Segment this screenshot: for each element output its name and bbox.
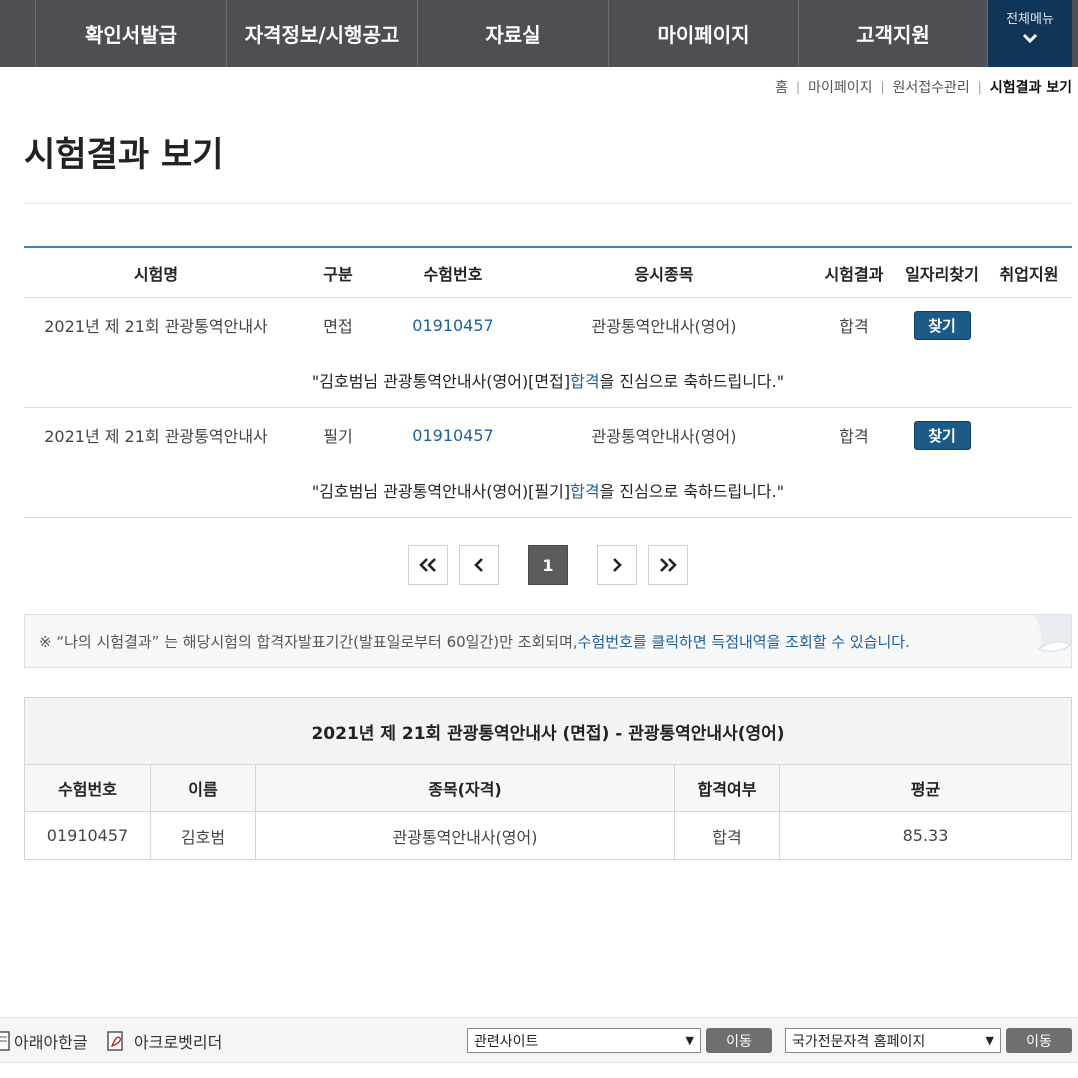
score-table: 2021년 제 21회 관광통역안내사 (면접) - 관광통역안내사(영어) 수… (24, 697, 1072, 860)
exam-type: 필기 (323, 427, 353, 446)
congratulation-message: "김호범님 관광통역안내사(영어)[면접] 합격 을 진심으로 축하드립니다." (24, 352, 1072, 408)
breadcrumb-separator: | (796, 80, 801, 94)
top-navigation: 확인서발급 자격정보/시행공고 자료실 마이페이지 고객지원 전체메뉴 (0, 0, 1078, 67)
score-header-subject: 종목(자격) (256, 765, 675, 811)
breadcrumb-separator: | (880, 80, 885, 94)
employment-support (986, 298, 1072, 352)
score-subject: 관광통역안내사(영어) (256, 812, 675, 859)
hangul-viewer-label: 아래아한글 (14, 1033, 88, 1052)
exam-number-link[interactable]: 01910457 (388, 408, 518, 462)
notice-box: ※ “나의 시험결과” 는 해당시험의 합격자발표기간(발표일로부터 60일간)… (24, 614, 1072, 668)
prev-page-button[interactable] (459, 545, 499, 585)
score-pass: 합격 (675, 812, 780, 859)
dropdown-arrow-icon: ▼ (985, 1034, 994, 1047)
header-exam-name: 시험명 (133, 264, 179, 284)
pdf-icon (107, 1031, 123, 1051)
breadcrumb-home[interactable]: 홈 (775, 77, 788, 97)
last-page-button[interactable] (648, 545, 688, 585)
exam-result: 합격 (839, 317, 869, 336)
chevron-down-icon (1022, 33, 1038, 44)
nav-item-mypage[interactable]: 마이페이지 (609, 0, 799, 67)
congrats-text-end: 을 진심으로 축하드립니다." (599, 481, 785, 501)
all-menu-label: 전체메뉴 (1006, 12, 1054, 27)
chevron-right-icon (613, 558, 622, 572)
nav-item-certificate[interactable]: 확인서발급 (36, 0, 227, 67)
header-result: 시험결과 (824, 264, 884, 284)
notice-text: ※ “나의 시험결과” 는 해당시험의 합격자발표기간(발표일로부터 60일간)… (39, 632, 578, 651)
table-row: 01910457 김호범 관광통역안내사(영어) 합격 85.33 (25, 812, 1071, 859)
exam-type: 면접 (323, 317, 353, 336)
score-header-average: 평균 (910, 780, 941, 799)
dropdown-arrow-icon: ▼ (685, 1034, 694, 1047)
national-sites-value: 국가전문자격 홈페이지 (792, 1033, 926, 1050)
breadcrumb-application[interactable]: 원서접수관리 (893, 77, 970, 97)
nav-edge (0, 0, 36, 67)
page-number-current[interactable]: 1 (528, 545, 568, 585)
breadcrumb-mypage[interactable]: 마이페이지 (808, 77, 872, 97)
go-button-national[interactable]: 이동 (1006, 1028, 1072, 1053)
page-curl-icon (1035, 615, 1071, 652)
exam-name: 2021년 제 21회 관광통역안내사 (44, 317, 268, 336)
score-header-name: 이름 (151, 765, 256, 811)
score-average: 85.33 (902, 826, 949, 845)
breadcrumb-current: 시험결과 보기 (989, 80, 1072, 96)
congratulation-message: "김호범님 관광통역안내사(영어)[필기] 합격 을 진심으로 축하드립니다." (24, 462, 1072, 518)
table-row: 2021년 제 21회 관광통역안내사 면접 01910457 관광통역안내사(… (24, 298, 1072, 352)
congrats-text-end: 을 진심으로 축하드립니다." (599, 371, 785, 391)
related-sites-select[interactable]: 관련사이트 ▼ (467, 1028, 701, 1053)
exam-subject: 관광통역안내사(영어) (591, 427, 737, 446)
score-name: 김호범 (151, 812, 256, 859)
chevron-left-icon (474, 558, 483, 572)
score-exam-number: 01910457 (25, 812, 151, 859)
double-chevron-right-icon (660, 558, 677, 572)
divider (24, 203, 1072, 204)
breadcrumb-separator: | (977, 80, 982, 94)
double-chevron-left-icon (419, 558, 436, 572)
acrobat-reader-link[interactable]: 아크로벳리더 (106, 1029, 222, 1053)
next-page-button[interactable] (597, 545, 637, 585)
header-subject: 응시종목 (634, 264, 694, 284)
score-header-pass: 합격여부 (675, 765, 780, 811)
breadcrumb: 홈 | 마이페이지 | 원서접수관리 | 시험결과 보기 (775, 76, 1072, 98)
acrobat-reader-label: 아크로벳리더 (134, 1033, 223, 1052)
find-cell: 찾기 (898, 298, 986, 352)
exam-result: 합격 (839, 427, 869, 446)
exam-name: 2021년 제 21회 관광통역안내사 (44, 427, 268, 446)
congrats-pass: 합격 (570, 371, 600, 391)
footer-bar: 아래아한글 아크로벳리더 관련사이트 ▼ 이동 국가전문자격 홈페이지 ▼ 이동 (0, 1017, 1078, 1063)
score-header-row: 수험번호 이름 종목(자격) 합격여부 평균 (25, 765, 1071, 812)
header-type: 구분 (323, 264, 353, 284)
notice-highlight: 수험번호를 클릭하면 득점내역을 조회할 수 있습니다. (577, 632, 910, 651)
exam-number-link[interactable]: 01910457 (388, 298, 518, 352)
congrats-text: "김호범님 관광통역안내사(영어)[면접] (311, 371, 571, 391)
header-exam-number: 수험번호 (423, 264, 483, 284)
congrats-text: "김호범님 관광통역안내사(영어)[필기] (311, 481, 571, 501)
nav-item-qualification-info[interactable]: 자격정보/시행공고 (227, 0, 418, 67)
header-employment-support: 취업지원 (999, 264, 1059, 284)
find-job-button[interactable]: 찾기 (913, 310, 971, 340)
first-page-button[interactable] (408, 545, 448, 585)
results-header-row: 시험명 구분 수험번호 응시종목 시험결과 일자리찾기 취업지원 (24, 248, 1072, 298)
results-table: 시험명 구분 수험번호 응시종목 시험결과 일자리찾기 취업지원 2021년 제… (24, 246, 1072, 518)
pagination: 1 (0, 545, 1078, 585)
national-sites-select[interactable]: 국가전문자격 홈페이지 ▼ (785, 1028, 1001, 1053)
document-icon (0, 1031, 10, 1051)
score-caption: 2021년 제 21회 관광통역안내사 (면접) - 관광통역안내사(영어) (25, 698, 1071, 765)
all-menu-button[interactable]: 전체메뉴 (988, 0, 1072, 67)
nav-item-customer-support[interactable]: 고객지원 (799, 0, 988, 67)
score-header-exam-number: 수험번호 (25, 765, 151, 811)
header-job-search: 일자리찾기 (905, 264, 979, 284)
hangul-viewer-link[interactable]: 아래아한글 (0, 1029, 88, 1053)
go-button-related[interactable]: 이동 (706, 1028, 772, 1053)
page-title: 시험결과 보기 (24, 135, 224, 175)
table-row: 2021년 제 21회 관광통역안내사 필기 01910457 관광통역안내사(… (24, 408, 1072, 462)
congrats-pass: 합격 (570, 481, 600, 501)
find-job-button[interactable]: 찾기 (913, 420, 971, 450)
employment-support (986, 408, 1072, 462)
related-sites-value: 관련사이트 (474, 1033, 539, 1050)
nav-item-archive[interactable]: 자료실 (418, 0, 609, 67)
find-cell: 찾기 (898, 408, 986, 462)
exam-subject: 관광통역안내사(영어) (591, 317, 737, 336)
